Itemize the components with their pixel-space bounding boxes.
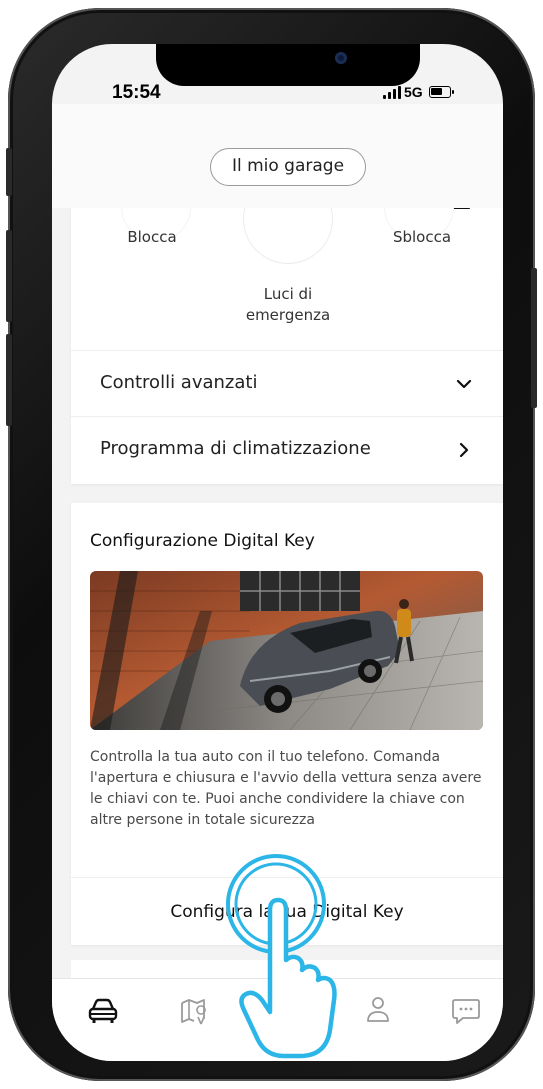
chat-icon[interactable] (446, 993, 486, 1029)
digital-key-description: Controlla la tua auto con il tuo telefon… (90, 749, 482, 828)
network-label: 5G (404, 84, 423, 100)
battery-icon (429, 86, 454, 98)
phone-screen: 15:54 5G Il mio garage Blocca Luci di em… (52, 44, 503, 1061)
camera-icon (335, 52, 347, 64)
climate-schedule-row[interactable]: Programma di climatizzazione (71, 416, 503, 484)
hazard-lights-button[interactable] (243, 208, 470, 264)
next-card (71, 960, 503, 978)
power-button (531, 268, 537, 408)
bottom-nav (52, 978, 503, 1061)
climate-schedule-label: Programma di climatizzazione (100, 438, 371, 459)
car-photo (90, 571, 483, 730)
hazard-label: Luci di emergenza (245, 285, 331, 324)
volume-up-button (6, 230, 12, 322)
phone-frame: 15:54 5G Il mio garage Blocca Luci di em… (6, 8, 537, 1081)
remote-controls-card: Blocca Luci di emergenza Sblocca Control… (71, 208, 503, 484)
digital-key-card: Configurazione Digital Key Controlla la … (71, 503, 503, 945)
signal-icon (383, 86, 401, 99)
car-icon[interactable] (83, 993, 123, 1029)
status-time: 15:54 (112, 82, 161, 103)
unlock-label: Sblocca (392, 228, 452, 246)
lock-label: Blocca (127, 228, 177, 246)
notch (156, 44, 420, 86)
chevron-down-icon (456, 379, 472, 389)
home-icon[interactable] (257, 993, 297, 1029)
battery-level (431, 88, 442, 95)
chevron-right-icon (459, 442, 469, 458)
header: Il mio garage (52, 104, 503, 208)
garage-selector-button[interactable]: Il mio garage (210, 148, 366, 186)
digital-key-title: Configurazione Digital Key (90, 531, 315, 551)
advanced-controls-row[interactable]: Controlli avanzati (71, 350, 503, 420)
configure-digital-key-button[interactable]: Configura la tua Digital Key (71, 879, 503, 945)
map-icon[interactable] (174, 993, 214, 1029)
silent-switch (6, 148, 12, 196)
advanced-controls-label: Controlli avanzati (100, 372, 258, 393)
volume-down-button (6, 334, 12, 426)
main-content[interactable]: Blocca Luci di emergenza Sblocca Control… (52, 208, 503, 978)
divider (71, 877, 503, 878)
profile-icon[interactable] (358, 993, 398, 1029)
digital-key-car-image (90, 571, 483, 730)
